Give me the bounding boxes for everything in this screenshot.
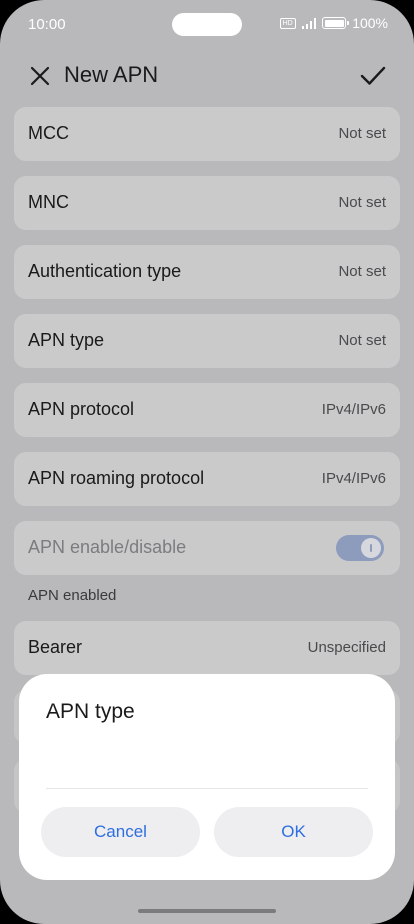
- app-header: New APN: [0, 52, 414, 100]
- signal-icon: [301, 17, 317, 29]
- row-value: Not set: [338, 263, 386, 280]
- apn-protocol-row[interactable]: APN protocol IPv4/IPv6: [14, 383, 400, 437]
- dialog-title: APN type: [46, 700, 135, 723]
- status-time: 10:00: [28, 16, 66, 33]
- apn-type-row[interactable]: APN type Not set: [14, 314, 400, 368]
- status-icons: HD 100%: [279, 15, 388, 31]
- authentication-type-row[interactable]: Authentication type Not set: [14, 245, 400, 299]
- apn-enable-toggle: [336, 535, 384, 561]
- cancel-button[interactable]: Cancel: [41, 807, 200, 857]
- row-label: MNC: [28, 192, 69, 212]
- row-label: APN protocol: [28, 399, 135, 419]
- toggle-knob: [361, 538, 381, 558]
- mcc-row[interactable]: MCC Not set: [14, 107, 400, 161]
- row-label: Authentication type: [28, 261, 182, 281]
- row-value: Not set: [338, 332, 386, 349]
- row-value: Not set: [338, 125, 386, 142]
- apn-type-dialog: APN type Cancel OK: [19, 674, 395, 880]
- mnc-row[interactable]: MNC Not set: [14, 176, 400, 230]
- row-label: APN type: [28, 330, 105, 350]
- battery-icon: [322, 17, 350, 29]
- row-label: APN roaming protocol: [28, 468, 205, 488]
- page-title: New APN: [64, 62, 159, 87]
- ok-button[interactable]: OK: [214, 807, 373, 857]
- row-value: Not set: [338, 194, 386, 211]
- row-value: IPv4/IPv6: [321, 470, 386, 487]
- row-value: IPv4/IPv6: [321, 401, 386, 418]
- bearer-row[interactable]: Bearer Unspecified: [14, 621, 400, 675]
- close-icon[interactable]: [29, 65, 51, 87]
- check-icon[interactable]: [360, 64, 386, 88]
- status-bar: 10:00 HD 100%: [0, 0, 414, 48]
- row-value: Unspecified: [307, 639, 386, 656]
- phone-screen: 10:00 HD 100% New APN MCC Not set MNC No…: [0, 0, 414, 924]
- apn-roaming-protocol-row[interactable]: APN roaming protocol IPv4/IPv6: [14, 452, 400, 506]
- battery-percent: 100%: [352, 15, 388, 31]
- apn-enable-row: APN enable/disable: [14, 521, 400, 575]
- row-label: MCC: [28, 123, 69, 143]
- home-indicator[interactable]: [138, 909, 276, 913]
- hd-badge: HD: [279, 17, 296, 29]
- apn-enabled-caption: APN enabled: [28, 587, 117, 604]
- camera-cutout: [172, 13, 242, 36]
- row-label: APN enable/disable: [28, 537, 187, 557]
- dialog-divider: [46, 788, 368, 789]
- row-label: Bearer: [28, 637, 83, 657]
